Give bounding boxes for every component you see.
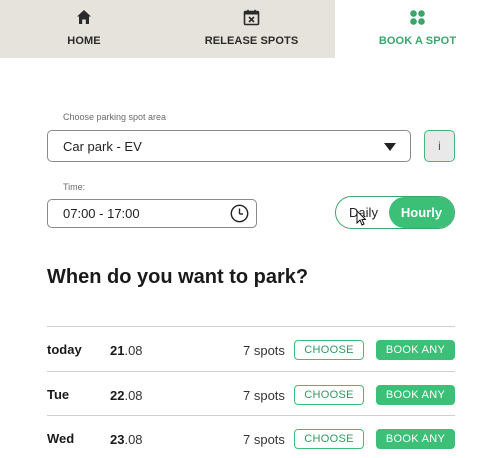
page-heading: When do you want to park?	[47, 266, 309, 288]
nav-tab-label: HOME	[67, 35, 101, 47]
top-nav: HOME RELEASE SPOTS BOOK A SPOT	[0, 0, 500, 58]
book-any-button[interactable]: BOOK ANY	[376, 340, 455, 360]
spots-count: 7 spots	[243, 387, 285, 403]
choose-button[interactable]: CHOOSE	[294, 340, 364, 360]
day-row: Tue 22.08 7 spots CHOOSE BOOK ANY	[47, 370, 455, 416]
clock-icon[interactable]	[230, 204, 249, 223]
grid-dots-icon	[409, 8, 427, 26]
day-name: Wed	[47, 431, 75, 446]
book-any-button[interactable]: BOOK ANY	[376, 429, 455, 449]
day-name: today	[47, 342, 82, 357]
day-row: Wed 23.08 7 spots CHOOSE BOOK ANY	[47, 415, 455, 458]
book-any-button[interactable]: BOOK ANY	[376, 384, 455, 405]
toggle-option-hourly[interactable]: Hourly	[389, 197, 454, 228]
time-label: Time:	[63, 182, 86, 192]
nav-tab-home[interactable]: HOME	[0, 0, 168, 58]
day-date: 21.08	[110, 343, 143, 358]
nav-tab-label: BOOK A SPOT	[378, 35, 457, 47]
home-icon	[75, 8, 93, 26]
info-button[interactable]: i	[424, 130, 455, 162]
day-date: 22.08	[110, 387, 143, 403]
day-list: today 21.08 7 spots CHOOSE BOOK ANY Tue …	[47, 326, 455, 458]
spots-count: 7 spots	[243, 343, 285, 358]
area-select[interactable]: Car park - EV	[47, 130, 411, 162]
time-input[interactable]: 07:00 - 17:00	[47, 199, 257, 228]
mouse-cursor-icon	[356, 209, 367, 226]
nav-tab-label: RELEASE SPOTS	[204, 35, 299, 47]
caret-down-icon	[384, 143, 396, 151]
day-row: today 21.08 7 spots CHOOSE BOOK ANY	[47, 326, 455, 371]
spots-count: 7 spots	[243, 432, 285, 447]
calendar-x-icon	[243, 8, 261, 26]
day-date: 23.08	[110, 432, 143, 447]
area-label: Choose parking spot area	[63, 112, 167, 122]
choose-button[interactable]: CHOOSE	[294, 384, 364, 405]
area-selected-value: Car park - EV	[63, 138, 142, 154]
mode-toggle: Daily Hourly	[335, 196, 455, 229]
choose-button[interactable]: CHOOSE	[294, 429, 364, 449]
nav-tab-release-spots[interactable]: RELEASE SPOTS	[168, 0, 335, 58]
day-name: Tue	[47, 386, 70, 402]
time-value: 07:00 - 17:00	[63, 206, 140, 221]
nav-tab-book-a-spot[interactable]: BOOK A SPOT	[335, 0, 500, 58]
